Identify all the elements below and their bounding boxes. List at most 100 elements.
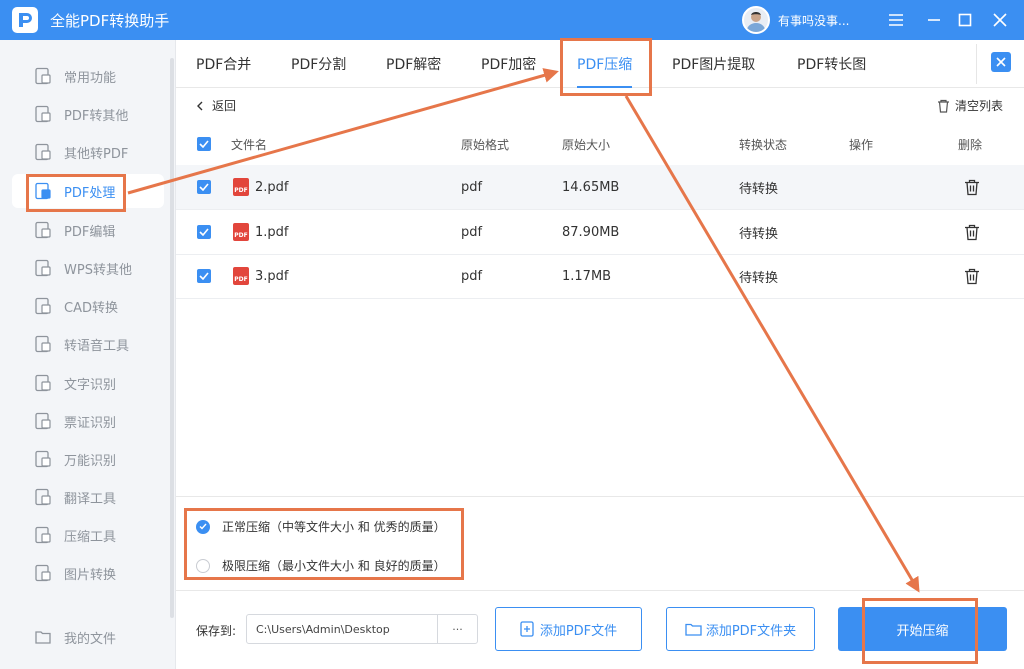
row-checkbox[interactable]: [197, 165, 211, 209]
sidebar-item-label: CAD转换: [64, 300, 118, 316]
tab-1[interactable]: PDF合并: [196, 40, 251, 87]
title-bar: 全能PDF转换助手 有事吗没事...: [0, 0, 1024, 40]
trash-icon: [965, 224, 979, 240]
table-row[interactable]: PDF 1.pdf pdf 87.90MB 待转换: [176, 210, 1024, 255]
save-path-field[interactable]: C:\Users\Admin\Desktop ···: [246, 614, 478, 644]
add-pdf-folder-button[interactable]: 添加PDF文件夹: [666, 607, 815, 651]
tab-2[interactable]: PDF分割: [291, 40, 346, 87]
file-format: pdf: [461, 224, 483, 240]
column-header-delete: 删除: [958, 137, 983, 152]
user-account[interactable]: 有事吗没事...: [742, 6, 849, 34]
pdf-file-icon: PDF: [233, 267, 249, 285]
sidebar-item-wps[interactable]: WPS转其他: [12, 251, 164, 285]
add-pdf-folder-label: 添加PDF文件夹: [705, 623, 797, 639]
trash-icon: [965, 179, 979, 195]
column-header-action: 操作: [849, 137, 874, 152]
clear-list-label: 清空列表: [955, 99, 1004, 113]
minimize-icon[interactable]: [922, 8, 946, 32]
browse-path-button[interactable]: ···: [437, 615, 477, 643]
save-to-label: 保存到:: [196, 624, 237, 638]
sidebar-item-scan[interactable]: 万能识别: [12, 442, 164, 476]
sidebar-item-label: 文字识别: [64, 377, 117, 393]
option-extreme-label: 极限压缩（最小文件大小 和 良好的质量）: [222, 559, 446, 573]
delete-row-button[interactable]: [964, 254, 980, 298]
file-name-cell: PDF 3.pdf: [233, 254, 288, 298]
select-all-checkbox[interactable]: [197, 124, 211, 164]
sidebar-item-compress[interactable]: 压缩工具: [12, 518, 164, 552]
file-size: 14.65MB: [562, 179, 620, 195]
translate-icon: [34, 488, 52, 506]
sidebar-item-translate[interactable]: 翻译工具: [12, 480, 164, 514]
username[interactable]: 有事吗没事...: [778, 12, 849, 29]
row-checkbox[interactable]: [197, 254, 211, 298]
add-pdf-file-button[interactable]: 添加PDF文件: [495, 607, 642, 651]
app-title: 全能PDF转换助手: [50, 11, 170, 30]
file-size: 87.90MB: [562, 224, 620, 240]
sidebar-item-pdf-edit[interactable]: PDF编辑: [12, 213, 164, 247]
sidebar-item-ocr[interactable]: 文字识别: [12, 366, 164, 400]
option-normal-label: 正常压缩（中等文件大小 和 优秀的质量）: [222, 520, 446, 534]
convert-status: 待转换: [739, 226, 779, 242]
delete-row-button[interactable]: [964, 165, 980, 209]
pdf-edit-icon: [34, 221, 52, 239]
sidebar-item-label: 常用功能: [64, 70, 117, 86]
file-name: 2.pdf: [255, 179, 289, 195]
menu-icon[interactable]: [884, 8, 908, 32]
sidebar-item-ticket[interactable]: 票证识别: [12, 404, 164, 438]
image-icon: [34, 564, 52, 582]
tab-6[interactable]: PDF图片提取: [672, 40, 755, 87]
sidebar-item-my-files[interactable]: 我的文件: [12, 620, 164, 654]
radio-extreme[interactable]: [196, 558, 210, 573]
option-extreme-compression[interactable]: 极限压缩（最小文件大小 和 良好的质量）: [196, 557, 446, 574]
close-panel-button[interactable]: [991, 52, 1011, 72]
table-row[interactable]: PDF 2.pdf pdf 14.65MB 待转换: [176, 165, 1024, 210]
cad-icon: [34, 297, 52, 315]
row-checkbox[interactable]: [197, 210, 211, 254]
add-pdf-file-label: 添加PDF文件: [539, 623, 618, 639]
wps-icon: [34, 259, 52, 277]
back-button[interactable]: 返回: [196, 97, 236, 114]
ticket-icon: [34, 412, 52, 430]
chevron-left-icon: [197, 101, 203, 110]
back-label: 返回: [212, 99, 237, 113]
sidebar-item-image[interactable]: 图片转换: [12, 556, 164, 590]
sidebar-item-to-pdf[interactable]: 其他转PDF: [12, 135, 164, 169]
sidebar-item-star-doc[interactable]: 常用功能: [12, 59, 164, 93]
tab-3[interactable]: PDF解密: [386, 40, 441, 87]
sidebar-item-label: PDF编辑: [64, 224, 116, 240]
avatar[interactable]: [742, 6, 770, 34]
clear-list-button[interactable]: 清空列表: [937, 97, 1003, 114]
sidebar-item-speech[interactable]: 转语音工具: [12, 327, 164, 361]
table-row[interactable]: PDF 3.pdf pdf 1.17MB 待转换: [176, 254, 1024, 299]
maximize-icon[interactable]: [953, 8, 977, 32]
file-name: 3.pdf: [255, 268, 289, 284]
sidebar-item-label: 翻译工具: [64, 491, 117, 507]
trash-icon: [965, 268, 979, 284]
sidebar-item-cad[interactable]: CAD转换: [12, 289, 164, 323]
radio-normal[interactable]: [196, 519, 210, 534]
column-header-size: 原始大小: [562, 137, 611, 152]
tab-5[interactable]: PDF压缩: [577, 40, 633, 88]
convert-status: 待转换: [739, 181, 779, 197]
sidebar-item-label: 万能识别: [64, 453, 117, 469]
sidebar-item-pdf-process[interactable]: PDF处理: [12, 174, 164, 208]
tab-4[interactable]: PDF加密: [481, 40, 536, 87]
sidebar-item-label: PDF处理: [64, 185, 116, 201]
column-header-status: 转换状态: [739, 137, 788, 152]
start-compress-button[interactable]: 开始压缩: [838, 607, 1007, 651]
close-icon[interactable]: [988, 8, 1012, 32]
to-pdf-icon: [34, 143, 52, 161]
option-normal-compression[interactable]: 正常压缩（中等文件大小 和 优秀的质量）: [196, 518, 446, 535]
delete-row-button[interactable]: [964, 210, 980, 254]
sidebar-item-label: 压缩工具: [64, 529, 117, 545]
sidebar-item-label: 票证识别: [64, 415, 117, 431]
file-name-cell: PDF 2.pdf: [233, 165, 288, 209]
file-name: 1.pdf: [255, 224, 289, 240]
tab-7[interactable]: PDF转长图: [797, 40, 866, 87]
sidebar-scrollbar[interactable]: [170, 58, 174, 618]
file-format: pdf: [461, 268, 483, 284]
sidebar-item-label: 转语音工具: [64, 338, 130, 354]
sidebar-item-pdf-convert[interactable]: PDF转其他: [12, 97, 164, 131]
tab-divider: [976, 44, 977, 84]
file-name-cell: PDF 1.pdf: [233, 210, 288, 254]
